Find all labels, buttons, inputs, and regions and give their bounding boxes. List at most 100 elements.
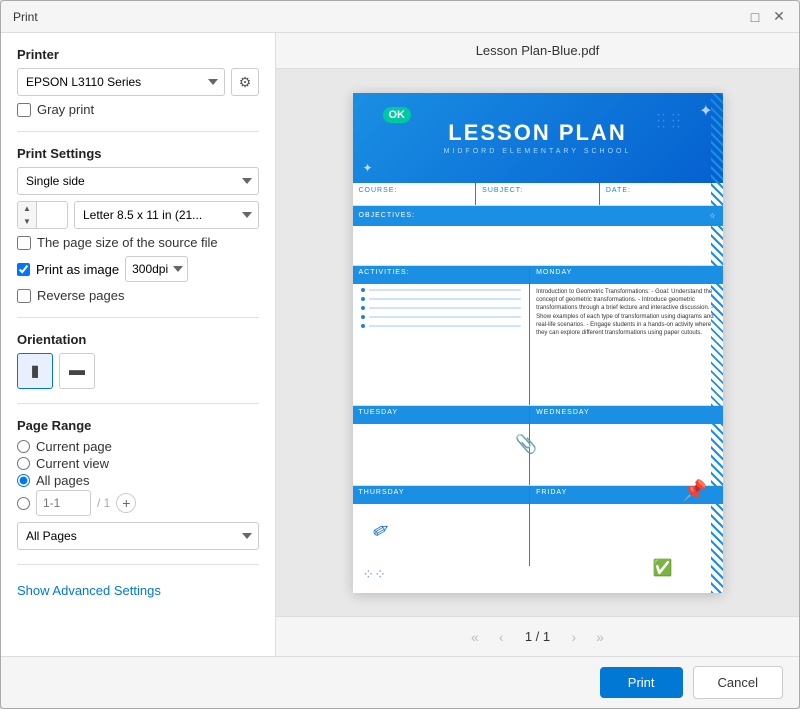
gray-print-row: Gray print xyxy=(17,102,259,117)
reverse-pages-checkbox[interactable] xyxy=(17,289,31,303)
current-page-row: Current page xyxy=(17,439,259,454)
orientation-buttons: ▮ ▬ xyxy=(17,353,259,389)
activity-item-1 xyxy=(361,288,522,292)
custom-radio[interactable] xyxy=(17,497,30,510)
date-cell: DATE: xyxy=(600,183,723,205)
activities-list xyxy=(353,284,530,337)
current-view-radio[interactable] xyxy=(17,457,30,470)
title-bar: Print □ ✕ xyxy=(1,1,799,33)
page-indicator: 1 / 1 xyxy=(518,629,558,644)
print-dialog: Print □ ✕ Printer EPSON L3110 Series ⚙ xyxy=(0,0,800,709)
landscape-icon: ▬ xyxy=(69,362,85,380)
copies-input-wrap: ▲ ▼ 1 xyxy=(17,201,68,229)
objectives-header: OBJECTIVES: ☆ xyxy=(353,206,723,226)
monday-text: Introduction to Geometric Transformation… xyxy=(530,284,722,342)
clip-icon: 📎 xyxy=(515,434,537,455)
advanced-settings-link[interactable]: Show Advanced Settings xyxy=(17,583,259,598)
activity-item-3 xyxy=(361,306,522,310)
dpi-select[interactable]: 300dpi xyxy=(125,256,188,282)
source-file-checkbox[interactable] xyxy=(17,236,31,250)
lesson-plan-header: OK LESSON PLAN MIDFORD ELEMENTARY SCHOOL… xyxy=(353,93,723,183)
source-file-row: The page size of the source file xyxy=(17,235,259,250)
copies-up-button[interactable]: ▲ xyxy=(18,202,36,215)
print-as-image-label: Print as image xyxy=(36,262,119,277)
activities-header: ACTIVITIES: xyxy=(353,266,530,284)
printer-section-label: Printer xyxy=(17,47,259,62)
subset-select[interactable]: All Pages xyxy=(17,522,259,550)
thu-fri-row: THURSDAY FRIDAY xyxy=(353,486,723,566)
copies-row: ▲ ▼ 1 Letter 8.5 x 11 in (21... xyxy=(17,201,259,229)
corner-decor-bl: ✦ xyxy=(363,161,373,175)
portrait-button[interactable]: ▮ xyxy=(17,353,53,389)
first-page-button[interactable]: « xyxy=(465,625,485,649)
objectives-content xyxy=(353,226,723,266)
paper-size-select[interactable]: Letter 8.5 x 11 in (21... xyxy=(74,201,259,229)
activity-item-4 xyxy=(361,315,522,319)
monday-col: MONDAY Introduction to Geometric Transfo… xyxy=(530,266,722,405)
gray-print-checkbox[interactable] xyxy=(17,103,31,117)
right-panel: Lesson Plan-Blue.pdf OK LESSON PLAN MIDF… xyxy=(276,33,799,656)
cancel-button[interactable]: Cancel xyxy=(693,666,783,699)
dots-bottom-decor: ⁘⁘ xyxy=(363,566,386,583)
landscape-button[interactable]: ▬ xyxy=(59,353,95,389)
preview-header: Lesson Plan-Blue.pdf xyxy=(276,33,799,69)
custom-row: / 1 + xyxy=(17,490,259,516)
copies-down-button[interactable]: ▼ xyxy=(18,215,36,228)
left-panel: Printer EPSON L3110 Series ⚙ Gray print xyxy=(1,33,276,656)
last-page-button[interactable]: » xyxy=(590,625,610,649)
activity-item-5 xyxy=(361,324,522,328)
activity-item-2 xyxy=(361,297,522,301)
preview-area: OK LESSON PLAN MIDFORD ELEMENTARY SCHOOL… xyxy=(276,69,799,616)
bottom-bar: Print Cancel xyxy=(1,656,799,708)
printer-select[interactable]: EPSON L3110 Series xyxy=(17,68,225,96)
header-inner: LESSON PLAN MIDFORD ELEMENTARY SCHOOL xyxy=(444,120,632,155)
wednesday-col: WEDNESDAY xyxy=(530,406,722,485)
tuesday-col: TUESDAY xyxy=(353,406,531,485)
preview-nav: « ‹ 1 / 1 › » xyxy=(276,616,799,656)
preview-document: OK LESSON PLAN MIDFORD ELEMENTARY SCHOOL… xyxy=(353,93,723,593)
custom-add-button[interactable]: + xyxy=(116,493,136,513)
copies-input[interactable]: 1 xyxy=(37,202,67,228)
orientation-label: Orientation xyxy=(17,332,259,347)
printer-row: EPSON L3110 Series ⚙ xyxy=(17,68,259,96)
ok-badge: OK xyxy=(383,107,412,123)
tuesday-header: TUESDAY xyxy=(353,406,530,424)
wednesday-header: WEDNESDAY xyxy=(530,406,722,424)
content-area: Printer EPSON L3110 Series ⚙ Gray print xyxy=(1,33,799,656)
current-view-row: Current view xyxy=(17,456,259,471)
title-bar-controls: □ ✕ xyxy=(747,9,787,25)
sides-select[interactable]: Single side xyxy=(17,167,259,195)
current-page-label: Current page xyxy=(36,439,112,454)
all-pages-row: All pages xyxy=(17,473,259,488)
current-page-radio[interactable] xyxy=(17,440,30,453)
thursday-header: THURSDAY xyxy=(353,486,530,504)
portrait-icon: ▮ xyxy=(31,361,40,381)
meta-row: COURSE: SUBJECT: DATE: xyxy=(353,183,723,206)
page-range-section: Page Range Current page Current view All… xyxy=(17,418,259,550)
all-pages-label: All pages xyxy=(36,473,89,488)
pin-icon: 📌 xyxy=(683,478,708,503)
subject-cell: SUBJECT: xyxy=(476,183,600,205)
print-button[interactable]: Print xyxy=(600,667,683,698)
objectives-label: OBJECTIVES: xyxy=(359,212,416,219)
next-page-button[interactable]: › xyxy=(566,625,583,649)
print-as-image-checkbox[interactable] xyxy=(17,263,30,276)
prev-page-button[interactable]: ‹ xyxy=(493,625,510,649)
page-range-label: Page Range xyxy=(17,418,259,433)
activities-section: ACTIVITIES: MONDAY Introduction xyxy=(353,266,723,406)
custom-input[interactable] xyxy=(36,490,91,516)
print-as-image-row: Print as image 300dpi xyxy=(17,256,259,282)
course-cell: COURSE: xyxy=(353,183,477,205)
check-icon: ✅ xyxy=(653,558,673,578)
lesson-plan-subtitle: MIDFORD ELEMENTARY SCHOOL xyxy=(444,148,632,155)
current-view-label: Current view xyxy=(36,456,109,471)
custom-of-label: / 1 xyxy=(97,496,110,510)
gray-print-label: Gray print xyxy=(37,102,94,117)
lesson-plan-title: LESSON PLAN xyxy=(444,120,632,146)
close-button[interactable]: ✕ xyxy=(771,9,787,25)
print-settings-section: Print Settings Single side ▲ ▼ 1 Letter … xyxy=(17,146,259,303)
minimize-button[interactable]: □ xyxy=(747,9,763,25)
printer-settings-button[interactable]: ⚙ xyxy=(231,68,259,96)
orientation-section: Orientation ▮ ▬ xyxy=(17,332,259,389)
all-pages-radio[interactable] xyxy=(17,474,30,487)
